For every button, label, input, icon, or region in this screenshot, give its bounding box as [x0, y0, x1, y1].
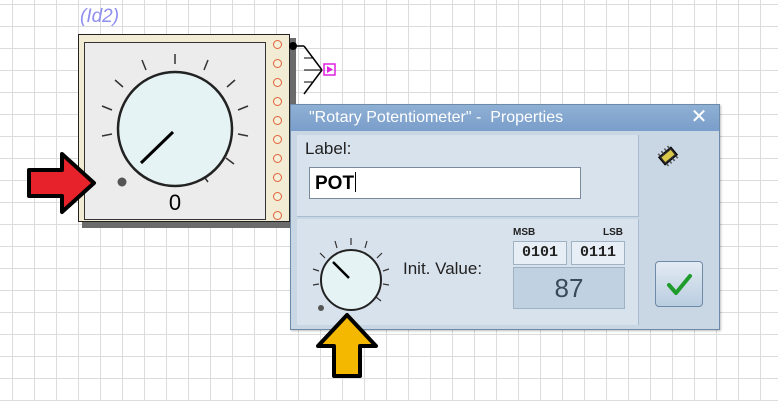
component-id-label: (Id2): [80, 6, 120, 27]
red-arrow-icon: [27, 152, 96, 214]
ok-button[interactable]: [655, 261, 703, 307]
close-button[interactable]: ✕: [687, 106, 711, 128]
pin-connector[interactable]: [273, 116, 282, 125]
pin-connector[interactable]: [273, 192, 282, 201]
init-value-knob-icon[interactable]: [305, 229, 397, 317]
text-caret: [355, 172, 357, 192]
pin-connector[interactable]: [273, 97, 282, 106]
checkmark-icon: [667, 274, 692, 295]
pin-connector[interactable]: [273, 78, 282, 87]
pin-connector[interactable]: [273, 135, 282, 144]
label-input[interactable]: POT: [309, 167, 581, 199]
properties-dialog: "Rotary Potentiometer" - Properties ✕ La…: [290, 104, 720, 330]
pin-connector[interactable]: [273, 173, 282, 182]
msb-bits-field[interactable]: 0101: [513, 241, 567, 265]
close-icon: ✕: [690, 106, 708, 128]
yellow-arrow-icon: [316, 313, 378, 378]
dialog-titlebar[interactable]: "Rotary Potentiometer" - Properties ✕: [291, 105, 719, 131]
lsb-caption: LSB: [603, 227, 623, 238]
pin-connector[interactable]: [273, 211, 282, 220]
pin-connector[interactable]: [273, 59, 282, 68]
decimal-value-display: 87: [513, 267, 625, 309]
msb-caption: MSB: [513, 227, 536, 238]
label-input-value: POT: [315, 173, 355, 194]
lsb-bits-field[interactable]: 0111: [571, 241, 625, 265]
chip-icon[interactable]: [655, 143, 681, 169]
init-value-caption: Init. Value:: [403, 259, 483, 278]
component-value-display: 0: [168, 190, 182, 215]
potentiometer-knob-icon[interactable]: [84, 42, 266, 202]
label-caption: Label:: [305, 139, 352, 158]
dialog-title: "Rotary Potentiometer" - Properties: [309, 109, 564, 126]
pin-connector[interactable]: [273, 40, 282, 49]
pin-connector[interactable]: [273, 154, 282, 163]
